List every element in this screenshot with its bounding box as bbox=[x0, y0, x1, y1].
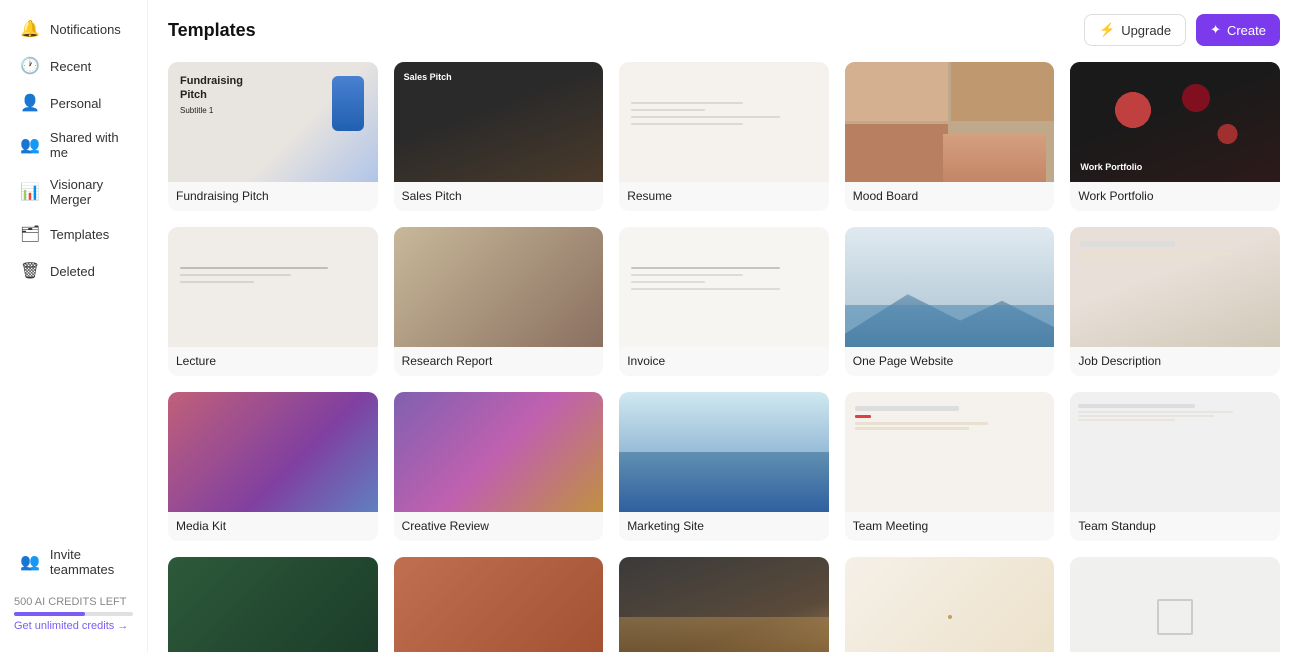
template-card-lecture[interactable]: Lecture bbox=[168, 227, 378, 376]
template-label-marketing: Marketing Site bbox=[619, 512, 829, 541]
sidebar-item-visionary[interactable]: 📊 Visionary Merger bbox=[6, 169, 141, 215]
template-thumb-lecture bbox=[168, 227, 378, 347]
template-label-mediakit: Media Kit bbox=[168, 512, 378, 541]
template-card-mediakit[interactable]: Media Kit bbox=[168, 392, 378, 541]
template-card-row2-5[interactable] bbox=[1070, 557, 1280, 652]
template-card-row2-2[interactable] bbox=[394, 557, 604, 652]
template-card-onepage[interactable]: One Page Website bbox=[845, 227, 1055, 376]
create-label: Create bbox=[1227, 23, 1266, 38]
sidebar-label-visionary: Visionary Merger bbox=[50, 177, 127, 207]
sidebar-label-templates: Templates bbox=[50, 227, 109, 242]
template-thumb-row2-4 bbox=[845, 557, 1055, 652]
template-thumb-row2-1 bbox=[168, 557, 378, 652]
template-thumb-salespitch: Sales Pitch bbox=[394, 62, 604, 182]
sidebar-item-templates[interactable]: 🗂 Templates bbox=[6, 216, 141, 252]
template-card-jobdesc[interactable]: Job Description bbox=[1070, 227, 1280, 376]
page-title: Templates bbox=[168, 20, 256, 41]
credits-section: 500 AI CREDITS LEFT Get unlimited credit… bbox=[0, 586, 147, 642]
credits-bar-fill bbox=[14, 612, 85, 616]
template-thumb-resume bbox=[619, 62, 829, 182]
sidebar-invite-teammates[interactable]: 👥 Invite teammates bbox=[6, 539, 141, 585]
template-thumb-teammeeting bbox=[845, 392, 1055, 512]
template-thumb-invoice bbox=[619, 227, 829, 347]
template-label-salespitch: Sales Pitch bbox=[394, 182, 604, 211]
personal-icon: 👤 bbox=[20, 93, 40, 113]
template-label-research: Research Report bbox=[394, 347, 604, 376]
template-thumb-row2-3 bbox=[619, 557, 829, 652]
template-card-salespitch[interactable]: Sales PitchSales Pitch bbox=[394, 62, 604, 211]
template-thumb-mediakit bbox=[168, 392, 378, 512]
shared-icon: 👥 bbox=[20, 135, 40, 155]
topbar-actions: ⚡ Upgrade ✦ Create bbox=[1084, 14, 1280, 46]
sidebar-item-notifications[interactable]: 🔔 Notifications bbox=[6, 11, 141, 47]
upgrade-icon: ⚡ bbox=[1099, 22, 1115, 38]
template-label-resume: Resume bbox=[619, 182, 829, 211]
invite-label: Invite teammates bbox=[50, 547, 127, 577]
upgrade-label: Upgrade bbox=[1121, 23, 1171, 38]
template-label-invoice: Invoice bbox=[619, 347, 829, 376]
upgrade-button[interactable]: ⚡ Upgrade bbox=[1084, 14, 1186, 46]
template-card-marketing[interactable]: Marketing Site bbox=[619, 392, 829, 541]
template-card-workportfolio[interactable]: Work PortfolioWork Portfolio bbox=[1070, 62, 1280, 211]
template-thumb-row2-2 bbox=[394, 557, 604, 652]
sidebar-item-personal[interactable]: 👤 Personal bbox=[6, 85, 141, 121]
sidebar: 🔔 Notifications 🕐 Recent 👤 Personal 👥 Shared wi… bbox=[0, 0, 148, 652]
template-label-fundraising: Fundraising Pitch bbox=[168, 182, 378, 211]
template-thumb-research bbox=[394, 227, 604, 347]
template-label-teamstandup: Team Standup bbox=[1070, 512, 1280, 541]
template-card-row2-3[interactable] bbox=[619, 557, 829, 652]
template-thumb-creative bbox=[394, 392, 604, 512]
notifications-icon: 🔔 bbox=[20, 19, 40, 39]
template-thumb-row2-5 bbox=[1070, 557, 1280, 652]
sidebar-label-notifications: Notifications bbox=[50, 22, 121, 37]
sidebar-label-recent: Recent bbox=[50, 59, 91, 74]
template-card-teammeeting[interactable]: Team Meeting bbox=[845, 392, 1055, 541]
template-card-teamstandup[interactable]: Team Standup bbox=[1070, 392, 1280, 541]
template-thumb-onepage bbox=[845, 227, 1055, 347]
deleted-icon: 🗑 bbox=[20, 261, 40, 281]
template-label-moodboard: Mood Board bbox=[845, 182, 1055, 211]
template-thumb-workportfolio: Work Portfolio bbox=[1070, 62, 1280, 182]
sidebar-nav: 🔔 Notifications 🕐 Recent 👤 Personal 👥 Shared wi… bbox=[0, 10, 147, 290]
template-label-creative: Creative Review bbox=[394, 512, 604, 541]
template-thumb-teamstandup bbox=[1070, 392, 1280, 512]
template-label-workportfolio: Work Portfolio bbox=[1070, 182, 1280, 211]
sidebar-item-shared[interactable]: 👥 Shared with me bbox=[6, 122, 141, 168]
template-label-lecture: Lecture bbox=[168, 347, 378, 376]
sidebar-item-deleted[interactable]: 🗑 Deleted bbox=[6, 253, 141, 289]
template-card-fundraising[interactable]: FundraisingPitchSubtitle 1Fundraising Pi… bbox=[168, 62, 378, 211]
sidebar-item-recent[interactable]: 🕐 Recent bbox=[6, 48, 141, 84]
get-unlimited-credits-link[interactable]: Get unlimited credits → bbox=[14, 620, 128, 632]
template-card-creative[interactable]: Creative Review bbox=[394, 392, 604, 541]
template-label-onepage: One Page Website bbox=[845, 347, 1055, 376]
topbar: Templates ⚡ Upgrade ✦ Create bbox=[168, 0, 1280, 56]
template-card-moodboard[interactable]: Mood Board bbox=[845, 62, 1055, 211]
template-card-invoice[interactable]: Invoice bbox=[619, 227, 829, 376]
credits-text: 500 AI CREDITS LEFT bbox=[14, 596, 126, 608]
template-card-research[interactable]: Research Report bbox=[394, 227, 604, 376]
template-card-resume[interactable]: Resume bbox=[619, 62, 829, 211]
recent-icon: 🕐 bbox=[20, 56, 40, 76]
template-thumb-moodboard bbox=[845, 62, 1055, 182]
visionary-icon: 📊 bbox=[20, 182, 40, 202]
main-content: Templates ⚡ Upgrade ✦ Create Fundraising… bbox=[148, 0, 1300, 652]
template-label-teammeeting: Team Meeting bbox=[845, 512, 1055, 541]
sidebar-label-deleted: Deleted bbox=[50, 264, 95, 279]
template-thumb-fundraising: FundraisingPitchSubtitle 1 bbox=[168, 62, 378, 182]
invite-icon: 👥 bbox=[20, 552, 40, 572]
template-thumb-jobdesc bbox=[1070, 227, 1280, 347]
template-thumb-marketing bbox=[619, 392, 829, 512]
template-card-row2-4[interactable] bbox=[845, 557, 1055, 652]
template-grid: FundraisingPitchSubtitle 1Fundraising Pi… bbox=[168, 56, 1280, 652]
credits-bar-bg bbox=[14, 612, 133, 616]
sidebar-label-shared: Shared with me bbox=[50, 130, 127, 160]
create-button[interactable]: ✦ Create bbox=[1196, 14, 1280, 46]
templates-icon: 🗂 bbox=[20, 224, 40, 244]
create-icon: ✦ bbox=[1210, 22, 1221, 38]
template-card-row2-1[interactable] bbox=[168, 557, 378, 652]
template-label-jobdesc: Job Description bbox=[1070, 347, 1280, 376]
sidebar-label-personal: Personal bbox=[50, 96, 101, 111]
